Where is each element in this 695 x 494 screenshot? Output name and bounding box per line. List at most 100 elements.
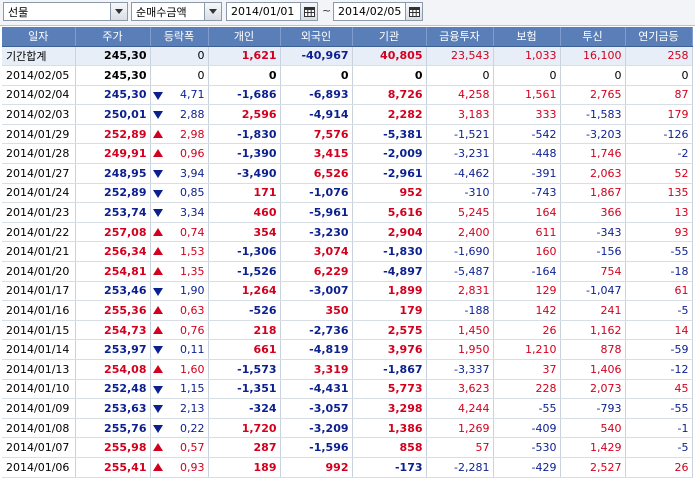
row-change: 0,57 bbox=[180, 441, 205, 455]
row-investment-trust: -793 bbox=[560, 398, 626, 419]
row-insurance: 1,210 bbox=[493, 339, 561, 360]
table-row[interactable]: 2014/02/05 245,30 0 0 0 0 0 0 0 0 bbox=[2, 65, 693, 86]
market-select[interactable]: 선물 bbox=[3, 2, 128, 21]
row-investment-trust: 1,429 bbox=[560, 437, 626, 458]
row-change: 0 bbox=[197, 68, 205, 82]
table-row[interactable]: 2014/01/14 253,97 0,11 661 -4,819 3,976 1,950 1… bbox=[2, 339, 693, 360]
row-financial-investment: 3,623 bbox=[426, 379, 494, 400]
row-date: 2014/01/27 bbox=[2, 163, 76, 184]
row-change: 1,60 bbox=[180, 362, 205, 376]
col-header-insurance[interactable]: 보험 bbox=[493, 27, 561, 47]
col-header-institution[interactable]: 기관 bbox=[352, 27, 427, 47]
table-row[interactable]: 2014/01/15 254,73 0,76 218 -2,736 2,575 1,450 2… bbox=[2, 320, 693, 341]
col-header-pension[interactable]: 연기금등 bbox=[625, 27, 693, 47]
row-foreign: 6,229 bbox=[280, 261, 353, 282]
row-financial-investment: -1,690 bbox=[426, 241, 494, 263]
table-row[interactable]: 2014/01/28 249,91 0,96 -1,390 3,415 -2,009 -3,… bbox=[2, 143, 693, 165]
row-investment-trust: 0 bbox=[560, 65, 626, 86]
col-header-change[interactable]: 등락폭 bbox=[150, 27, 209, 47]
table-row[interactable]: 2014/01/07 255,98 0,57 287 -1,596 858 57 -530 1,… bbox=[2, 437, 693, 458]
row-change-cell: 1,35 bbox=[150, 261, 209, 282]
row-pension: 52 bbox=[625, 163, 693, 184]
triangle-up-icon bbox=[152, 149, 163, 158]
col-header-investment-trust[interactable]: 투신 bbox=[560, 27, 626, 47]
row-change-cell: 0,93 bbox=[150, 457, 209, 478]
table-row[interactable]: 2014/01/17 253,46 1,90 1,264 -3,007 1,899 2,83… bbox=[2, 281, 693, 302]
row-investment-trust: 1,867 bbox=[560, 183, 626, 204]
row-investment-trust: 754 bbox=[560, 261, 626, 282]
triangle-up-icon bbox=[152, 227, 163, 236]
row-foreign: -6,893 bbox=[280, 85, 353, 106]
table-row[interactable]: 2014/01/21 256,34 1,53 -1,306 3,074 -1,830 -1,… bbox=[2, 241, 693, 263]
summary-investment-trust: 16,100 bbox=[560, 46, 626, 67]
col-header-financial-investment[interactable]: 금융투자 bbox=[426, 27, 494, 47]
start-date-field[interactable]: 2014/01/01 bbox=[226, 2, 318, 21]
triangle-down-icon bbox=[152, 405, 163, 414]
table-row[interactable]: 2014/01/09 253,63 2,13 -324 -3,057 3,298 4,244… bbox=[2, 398, 693, 419]
row-financial-investment: -1,521 bbox=[426, 124, 494, 145]
row-date: 2014/01/13 bbox=[2, 359, 76, 380]
row-individual: -1,306 bbox=[208, 241, 281, 263]
type-select[interactable]: 순매수금액 bbox=[131, 2, 222, 21]
row-pension: 179 bbox=[625, 104, 693, 125]
summary-institution: 40,805 bbox=[352, 46, 427, 67]
summary-change: 0 bbox=[150, 46, 209, 67]
row-insurance: 1,561 bbox=[493, 85, 561, 106]
summary-row[interactable]: 기간합계 245,30 0 1,621 -40,967 40,805 23,54… bbox=[2, 46, 693, 67]
table-row[interactable]: 2014/01/13 254,08 1,60 -1,573 3,319 -1,867 -3,… bbox=[2, 359, 693, 380]
triangle-down-icon bbox=[152, 287, 163, 296]
row-change-cell: 0,96 bbox=[150, 143, 209, 165]
chevron-down-icon[interactable] bbox=[110, 3, 127, 20]
table-row[interactable]: 2014/01/10 252,48 1,15 -1,351 -4,431 5,773 3,6… bbox=[2, 379, 693, 400]
table-row[interactable]: 2014/01/16 255,36 0,63 -526 350 179 -188 142 241… bbox=[2, 300, 693, 321]
row-foreign: 992 bbox=[280, 457, 353, 478]
row-institution: 8,726 bbox=[352, 85, 427, 106]
row-financial-investment: -5,487 bbox=[426, 261, 494, 282]
row-pension: 0 bbox=[625, 65, 693, 86]
table-row[interactable]: 2014/01/27 248,95 3,94 -3,490 6,526 -2,961 -4,… bbox=[2, 163, 693, 184]
row-insurance: 611 bbox=[493, 222, 561, 243]
calendar-icon[interactable] bbox=[300, 3, 317, 20]
col-header-individual[interactable]: 개인 bbox=[208, 27, 281, 47]
row-date: 2014/01/07 bbox=[2, 437, 76, 458]
row-pension: -5 bbox=[625, 300, 693, 321]
row-price: 254,08 bbox=[75, 359, 151, 380]
table-row[interactable]: 2014/01/24 252,89 0,85 171 -1,076 952 -310 -743… bbox=[2, 183, 693, 204]
col-header-foreign[interactable]: 외국인 bbox=[280, 27, 353, 47]
row-price: 255,36 bbox=[75, 300, 151, 321]
row-foreign: 3,074 bbox=[280, 241, 353, 263]
row-insurance: 333 bbox=[493, 104, 561, 125]
table-row[interactable]: 2014/02/03 250,01 2,88 2,596 -4,914 2,282 3,18… bbox=[2, 104, 693, 125]
row-price: 248,95 bbox=[75, 163, 151, 184]
triangle-up-icon bbox=[152, 365, 163, 373]
table-row[interactable]: 2014/01/20 254,81 1,35 -1,526 6,229 -4,897 -5,… bbox=[2, 261, 693, 282]
row-foreign: 6,526 bbox=[280, 163, 353, 184]
row-investment-trust: -1,047 bbox=[560, 281, 626, 302]
row-insurance: 0 bbox=[493, 65, 561, 86]
row-change-cell: 4,71 bbox=[150, 85, 209, 106]
row-change-cell: 0,22 bbox=[150, 418, 209, 439]
triangle-down-icon bbox=[152, 424, 163, 433]
row-investment-trust: 2,527 bbox=[560, 457, 626, 478]
calendar-icon[interactable] bbox=[405, 3, 422, 20]
row-foreign: -3,057 bbox=[280, 398, 353, 419]
row-investment-trust: 878 bbox=[560, 339, 626, 360]
row-change: 0,63 bbox=[180, 304, 205, 318]
row-institution: 5,773 bbox=[352, 379, 427, 400]
row-financial-investment: 4,258 bbox=[426, 85, 494, 106]
table-row[interactable]: 2014/01/29 252,89 2,98 -1,830 7,576 -5,381 -1,… bbox=[2, 124, 693, 145]
table-row[interactable]: 2014/01/06 255,41 0,93 189 992 -173 -2,281 -429… bbox=[2, 457, 693, 478]
row-price: 254,73 bbox=[75, 320, 151, 341]
table-row[interactable]: 2014/01/08 255,76 0,22 1,720 -3,209 1,386 1,26… bbox=[2, 418, 693, 439]
table-row[interactable]: 2014/01/22 257,08 0,74 354 -3,230 2,904 2,400 6… bbox=[2, 222, 693, 243]
triangle-down-icon bbox=[152, 209, 163, 218]
row-change: 2,88 bbox=[180, 108, 205, 122]
chevron-down-icon[interactable] bbox=[204, 3, 221, 20]
col-header-price[interactable]: 주가 bbox=[75, 27, 151, 47]
triangle-up-icon bbox=[152, 462, 163, 471]
col-header-date[interactable]: 일자 bbox=[2, 27, 76, 47]
table-row[interactable]: 2014/02/04 245,30 4,71 -1,686 -6,893 8,726 4,2… bbox=[2, 85, 693, 106]
end-date-field[interactable]: 2014/02/05 bbox=[333, 2, 423, 21]
table-row[interactable]: 2014/01/23 253,74 3,34 460 -5,961 5,616 5,245 1… bbox=[2, 202, 693, 223]
row-financial-investment: -2,281 bbox=[426, 457, 494, 478]
